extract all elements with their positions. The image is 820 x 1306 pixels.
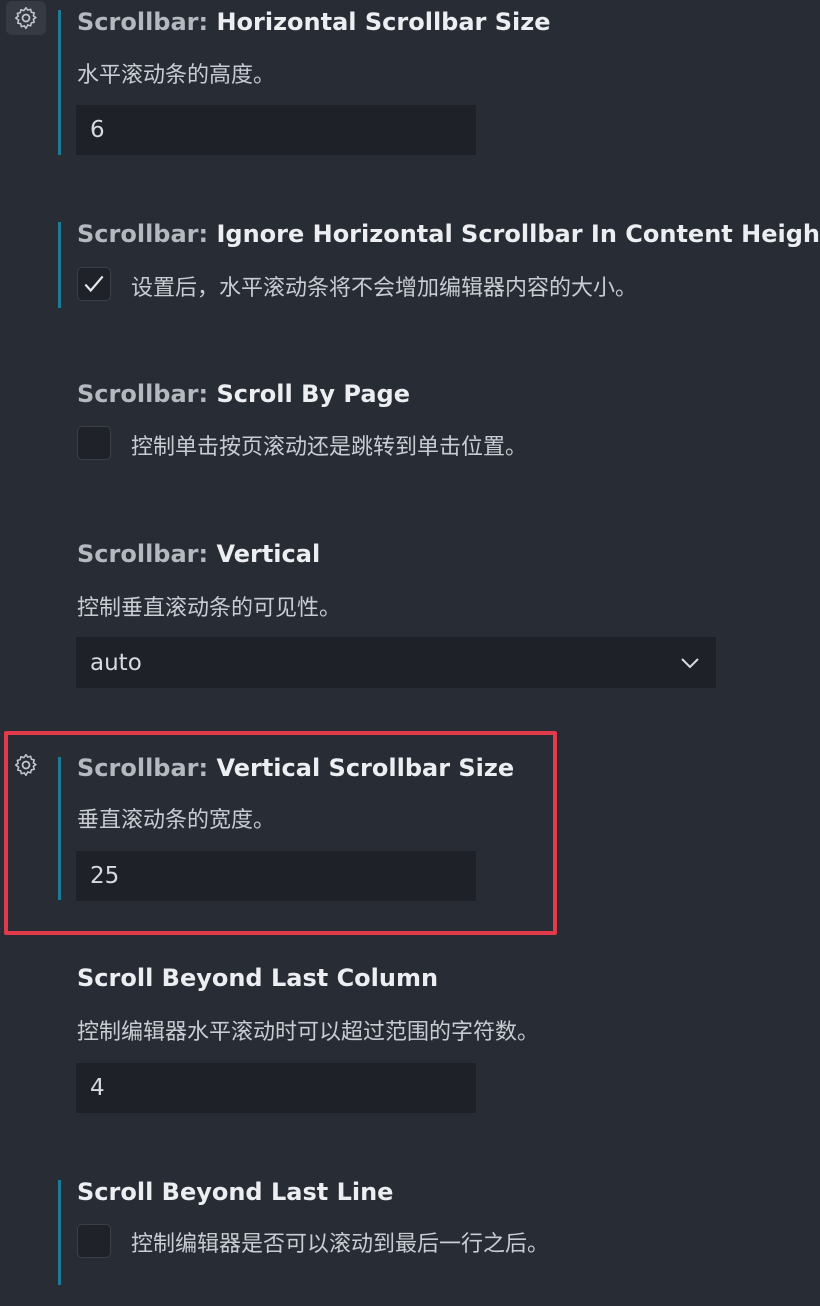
modified-indicator — [58, 222, 61, 308]
setting-title: Scroll Beyond Last Column — [77, 964, 439, 992]
setting-title: Scrollbar: Vertical — [77, 540, 321, 568]
horizontal-scrollbar-size-input[interactable] — [76, 105, 476, 155]
ignore-horizontal-scrollbar-checkbox[interactable] — [77, 267, 111, 301]
select-value: auto — [90, 649, 142, 676]
setting-description: 控制单击按页滚动还是跳转到单击位置。 — [131, 435, 528, 460]
setting-title: Scrollbar: Ignore Horizontal Scrollbar I… — [77, 220, 820, 248]
highlight-box — [4, 731, 557, 935]
setting-ignore-horizontal-scrollbar: Scrollbar: Ignore Horizontal Scrollbar I… — [0, 200, 820, 320]
check-icon — [84, 275, 104, 293]
setting-description: 控制编辑器是否可以滚动到最后一行之后。 — [131, 1232, 550, 1257]
setting-description: 水平滚动条的高度。 — [77, 63, 276, 88]
setting-description: 控制垂直滚动条的可见性。 — [77, 596, 342, 621]
setting-vertical: Scrollbar: Vertical 控制垂直滚动条的可见性。 auto — [0, 520, 820, 700]
setting-horizontal-scrollbar-size: Scrollbar: Horizontal Scrollbar Size 水平滚… — [0, 0, 820, 160]
chevron-down-icon — [681, 657, 699, 668]
setting-description: 设置后，水平滚动条将不会增加编辑器内容的大小。 — [131, 276, 638, 301]
setting-scroll-beyond-last-line: Scroll Beyond Last Line 控制编辑器是否可以滚动到最后一行… — [0, 1160, 820, 1306]
setting-description: 控制编辑器水平滚动时可以超过范围的字符数。 — [77, 1020, 540, 1045]
setting-title: Scrollbar: Horizontal Scrollbar Size — [77, 8, 551, 36]
gear-icon[interactable] — [6, 1, 46, 35]
setting-scroll-by-page: Scrollbar: Scroll By Page 控制单击按页滚动还是跳转到单… — [0, 360, 820, 480]
modified-indicator — [58, 10, 61, 155]
setting-title: Scrollbar: Scroll By Page — [77, 380, 410, 408]
setting-scroll-beyond-last-column: Scroll Beyond Last Column 控制编辑器水平滚动时可以超过… — [0, 950, 820, 1120]
setting-title: Scroll Beyond Last Line — [77, 1178, 394, 1206]
modified-indicator — [58, 1180, 61, 1285]
vertical-visibility-select[interactable]: auto — [76, 637, 716, 688]
scroll-beyond-last-line-checkbox[interactable] — [77, 1224, 111, 1258]
scroll-by-page-checkbox[interactable] — [77, 426, 111, 460]
scroll-beyond-last-column-input[interactable] — [76, 1063, 476, 1113]
